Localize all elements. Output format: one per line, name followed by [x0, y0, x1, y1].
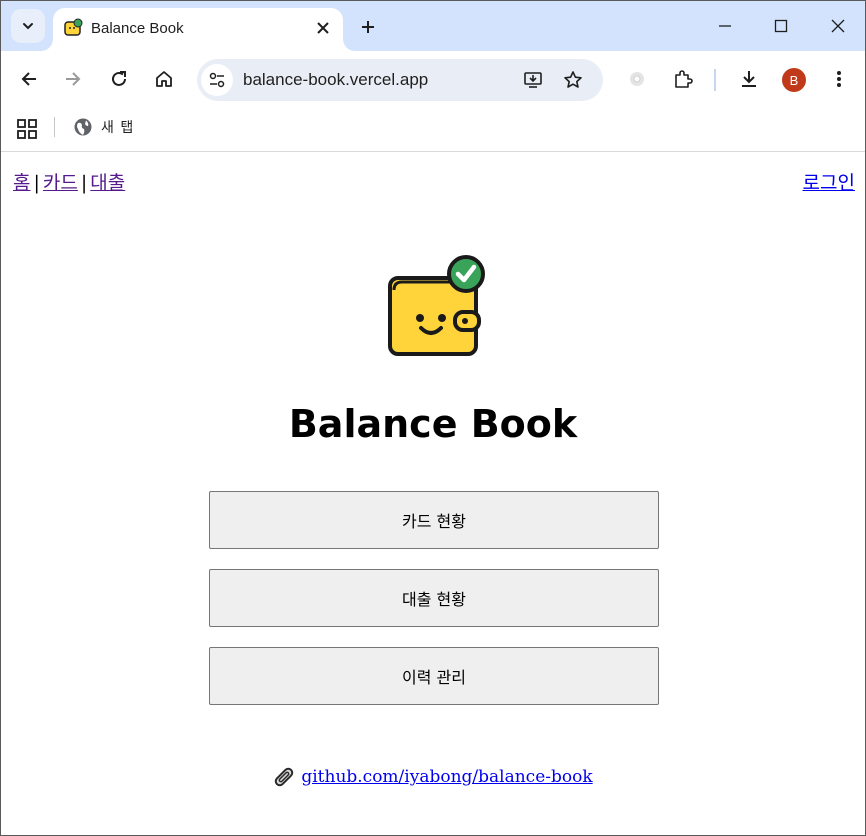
- tab-title: Balance Book: [91, 20, 184, 37]
- nav-link-loan[interactable]: 대출: [90, 172, 125, 194]
- home-icon: [156, 71, 172, 87]
- bookmark-label: 새 탭: [101, 120, 135, 136]
- bookmark-new-tab[interactable]: 새 탭: [73, 115, 134, 139]
- nav-link-home[interactable]: 홈: [13, 172, 30, 194]
- star-icon: [564, 71, 582, 88]
- arrow-left-icon: [21, 72, 36, 86]
- loan-status-button[interactable]: 대출 현황: [209, 569, 659, 627]
- tab-active[interactable]: Balance Book: [53, 8, 343, 51]
- reload-icon: [112, 71, 126, 86]
- profile-avatar[interactable]: B: [782, 68, 806, 92]
- globe-icon: [74, 118, 92, 136]
- card-status-button[interactable]: 카드 현황: [209, 491, 659, 549]
- minimize-button[interactable]: [712, 13, 738, 39]
- close-icon: [317, 22, 329, 34]
- chevron-down-icon: [23, 23, 33, 30]
- extensions-menu-button[interactable]: [667, 63, 699, 95]
- reload-button[interactable]: [103, 63, 135, 95]
- new-tab-button[interactable]: [355, 14, 381, 40]
- extension-gear-icon: [630, 72, 644, 86]
- apps-grid-icon[interactable]: [15, 117, 39, 141]
- tab-close-button[interactable]: [313, 18, 333, 38]
- wallet-favicon-icon: [64, 18, 83, 36]
- bookmark-star-button[interactable]: [561, 68, 585, 92]
- tab-strip: Balance Book: [1, 1, 865, 51]
- paperclip-icon: [275, 767, 294, 787]
- toolbar-divider: [714, 69, 716, 91]
- nav-link-card[interactable]: 카드: [43, 172, 78, 194]
- tune-icon: [209, 72, 225, 88]
- back-button[interactable]: [13, 63, 45, 95]
- wallet-logo-icon: [388, 255, 485, 356]
- maximize-button[interactable]: [768, 13, 794, 39]
- footer: github.com/iyabong/balance-book: [1, 766, 865, 788]
- browser-menu-button[interactable]: [823, 63, 855, 95]
- arrow-right-icon: [66, 72, 81, 86]
- close-window-button[interactable]: [825, 13, 851, 39]
- close-icon: [831, 19, 845, 33]
- maximize-icon: [774, 19, 788, 33]
- nav-separator: |: [33, 172, 40, 194]
- download-icon: [742, 71, 756, 87]
- site-info-button[interactable]: [201, 64, 233, 96]
- more-vert-icon: [837, 71, 841, 87]
- extension-button[interactable]: [621, 63, 653, 95]
- bookmarks-bar: 새 탭: [1, 107, 865, 152]
- tab-search-button[interactable]: [11, 9, 45, 43]
- browser-toolbar: balance-book.vercel.app B: [1, 51, 865, 107]
- history-management-button[interactable]: 이력 관리: [209, 647, 659, 705]
- top-nav: 홈 | 카드 | 대출: [13, 168, 125, 195]
- browser-window: Balance Book balance-book.vercel.app B 새…: [0, 0, 866, 836]
- login-link[interactable]: 로그인: [803, 168, 855, 195]
- address-bar[interactable]: balance-book.vercel.app: [197, 59, 603, 101]
- downloads-button[interactable]: [733, 63, 765, 95]
- install-app-icon: [524, 72, 542, 88]
- page-title: Balance Book: [288, 402, 578, 446]
- minimize-icon: [719, 25, 731, 27]
- nav-separator: |: [80, 172, 88, 194]
- github-link[interactable]: github.com/iyabong/balance-book: [301, 767, 592, 787]
- url-text: balance-book.vercel.app: [243, 70, 429, 89]
- bookmarks-divider: [54, 117, 55, 137]
- forward-button[interactable]: [57, 63, 89, 95]
- page-content: 홈 | 카드 | 대출 로그인 Balance Book 카드 현황 대출 현황 이력 …: [1, 152, 865, 835]
- install-app-button[interactable]: [521, 68, 545, 92]
- home-button[interactable]: [148, 63, 180, 95]
- puzzle-icon: [675, 70, 693, 88]
- plus-icon: [362, 21, 374, 33]
